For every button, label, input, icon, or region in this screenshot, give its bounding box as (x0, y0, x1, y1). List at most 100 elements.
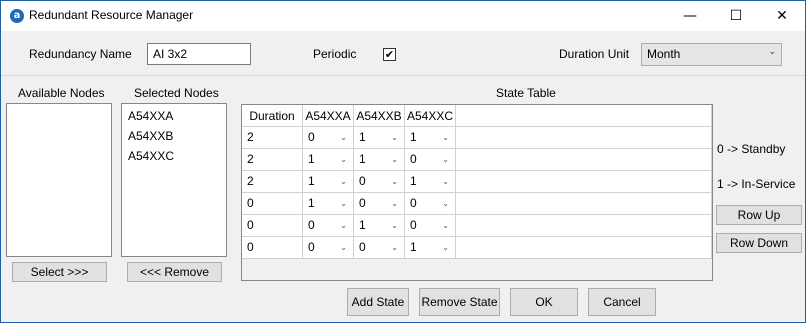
cell-value: 0 (410, 152, 417, 166)
cell-value: 1 (410, 174, 417, 188)
state-select-cell[interactable]: 0 ⌄ (405, 149, 456, 171)
cell-value: 0 (308, 130, 315, 144)
ok-button[interactable]: OK (510, 288, 578, 316)
chevron-down-icon: ⌄ (391, 243, 398, 252)
cell-value: 1 (359, 130, 366, 144)
chevron-down-icon: ⌄ (442, 177, 449, 186)
duration-cell[interactable]: 0 (242, 215, 303, 237)
chevron-down-icon: ⌄ (391, 155, 398, 164)
periodic-checkbox[interactable]: ✔ (383, 48, 396, 61)
cell-value: 0 (247, 218, 254, 232)
chevron-down-icon: ⌄ (442, 221, 449, 230)
available-nodes-label: Available Nodes (18, 86, 105, 100)
row-filler (456, 127, 712, 149)
close-button[interactable]: ✕ (759, 1, 805, 31)
cell-value: 1 (308, 196, 315, 210)
cell-value: 0 (247, 240, 254, 254)
cell-value: 0 (308, 218, 315, 232)
list-item[interactable]: A54XXB (122, 127, 226, 147)
column-header[interactable]: A54XXA (303, 105, 354, 127)
cell-value: 2 (247, 174, 254, 188)
chevron-down-icon: ⌄ (340, 133, 347, 142)
select-button[interactable]: Select >>> (12, 262, 107, 282)
state-select-cell[interactable]: 0 ⌄ (405, 215, 456, 237)
chevron-down-icon: ⌄ (340, 177, 347, 186)
duration-cell[interactable]: 0 (242, 237, 303, 259)
available-nodes-list[interactable] (6, 103, 112, 257)
cell-value: 0 (247, 196, 254, 210)
cell-value: 1 (308, 152, 315, 166)
periodic-label: Periodic (313, 47, 357, 61)
check-icon: ✔ (384, 48, 395, 61)
chevron-down-icon: ⌄ (442, 133, 449, 142)
app-logo-icon: a (10, 9, 24, 23)
chevron-down-icon: ⌄ (442, 243, 449, 252)
state-select-cell[interactable]: 0 ⌄ (303, 237, 354, 259)
window-title: Redundant Resource Manager (29, 8, 194, 22)
state-select-cell[interactable]: 1 ⌄ (303, 193, 354, 215)
cell-value: 1 (410, 240, 417, 254)
duration-cell[interactable]: 0 (242, 193, 303, 215)
column-header[interactable]: A54XXC (405, 105, 456, 127)
minimize-button[interactable]: — (667, 1, 713, 31)
cancel-button[interactable]: Cancel (588, 288, 656, 316)
redundancy-name-field[interactable]: AI 3x2 (147, 43, 251, 65)
cell-value: 1 (359, 152, 366, 166)
chevron-down-icon: ⌄ (768, 47, 776, 57)
state-select-cell[interactable]: 1 ⌄ (303, 149, 354, 171)
add-state-button[interactable]: Add State (347, 288, 409, 316)
state-select-cell[interactable]: 0 ⌄ (354, 171, 405, 193)
cell-value: 0 (308, 240, 315, 254)
list-item[interactable]: A54XXA (122, 107, 226, 127)
cell-value: 1 (410, 130, 417, 144)
chevron-down-icon: ⌄ (340, 199, 347, 208)
row-up-button[interactable]: Row Up (716, 205, 802, 225)
state-select-cell[interactable]: 1 ⌄ (303, 171, 354, 193)
state-select-cell[interactable]: 1 ⌄ (354, 149, 405, 171)
header-filler (456, 105, 712, 127)
maximize-button[interactable]: ☐ (713, 1, 759, 31)
legend-standby: 0 -> Standby (717, 142, 786, 156)
column-header[interactable]: A54XXB (354, 105, 405, 127)
remove-button[interactable]: <<< Remove (127, 262, 222, 282)
chevron-down-icon: ⌄ (391, 133, 398, 142)
state-select-cell[interactable]: 1 ⌄ (405, 237, 456, 259)
remove-state-button[interactable]: Remove State (419, 288, 500, 316)
legend-in-service: 1 -> In-Service (717, 177, 796, 191)
duration-unit-value: Month (647, 47, 681, 61)
selected-nodes-label: Selected Nodes (134, 86, 219, 100)
chevron-down-icon: ⌄ (391, 177, 398, 186)
cell-value: 1 (359, 218, 366, 232)
duration-cell[interactable]: 2 (242, 149, 303, 171)
duration-cell[interactable]: 2 (242, 127, 303, 149)
state-select-cell[interactable]: 1 ⌄ (405, 127, 456, 149)
cell-value: 0 (410, 196, 417, 210)
row-filler (456, 171, 712, 193)
row-down-button[interactable]: Row Down (716, 233, 802, 253)
state-select-cell[interactable]: 0 ⌄ (405, 193, 456, 215)
state-select-cell[interactable]: 0 ⌄ (354, 193, 405, 215)
state-select-cell[interactable]: 0 ⌄ (354, 237, 405, 259)
row-filler (456, 149, 712, 171)
state-select-cell[interactable]: 1 ⌄ (354, 215, 405, 237)
state-select-cell[interactable]: 1 ⌄ (405, 171, 456, 193)
row-filler (456, 237, 712, 259)
chevron-down-icon: ⌄ (340, 243, 347, 252)
state-select-cell[interactable]: 1 ⌄ (354, 127, 405, 149)
duration-unit-select[interactable]: Month ⌄ (641, 43, 782, 66)
divider (1, 75, 805, 76)
column-header[interactable]: Duration (242, 105, 303, 127)
cell-value: 2 (247, 152, 254, 166)
selected-nodes-list[interactable]: A54XXA A54XXB A54XXC (121, 103, 227, 257)
state-table[interactable]: Duration A54XXA A54XXB A54XXC 2 0 ⌄ 1 ⌄ 1 ⌄ 2 1 ⌄ 1 ⌄ 0 ⌄… (241, 104, 713, 281)
cell-value: 2 (247, 130, 254, 144)
state-select-cell[interactable]: 0 ⌄ (303, 127, 354, 149)
duration-cell[interactable]: 2 (242, 171, 303, 193)
chevron-down-icon: ⌄ (442, 155, 449, 164)
row-filler (456, 215, 712, 237)
chevron-down-icon: ⌄ (340, 221, 347, 230)
list-item[interactable]: A54XXC (122, 147, 226, 167)
cell-value: 1 (308, 174, 315, 188)
state-select-cell[interactable]: 0 ⌄ (303, 215, 354, 237)
chevron-down-icon: ⌄ (442, 199, 449, 208)
